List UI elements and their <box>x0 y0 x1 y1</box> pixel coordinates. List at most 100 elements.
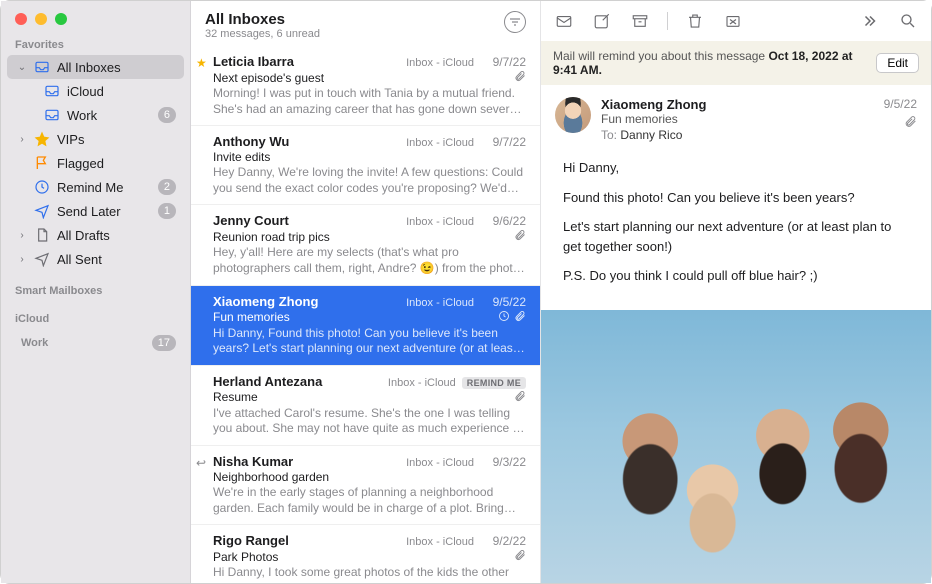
message-reader: Mail will remind you about this message … <box>541 1 931 583</box>
message-mailbox: Inbox - iCloud <box>406 137 474 149</box>
message-row[interactable]: Xiaomeng ZhongInbox - iCloud9/5/22Fun me… <box>191 286 540 366</box>
message-subject: Next episode's guest <box>213 71 508 85</box>
sidebar-item-label: Remind Me <box>57 180 152 195</box>
message-row[interactable]: Anthony Wu Inbox - iCloud 9/7/22Invite edi… <box>191 126 540 205</box>
message-subject: Fun memories <box>213 310 492 324</box>
message-sender: Leticia Ibarra <box>213 54 400 69</box>
chevron-down-icon[interactable]: ⌄ <box>17 62 27 73</box>
message-sender: Rigo Rangel <box>213 533 400 548</box>
message-mailbox: Inbox - iCloud <box>406 216 474 228</box>
clock-icon <box>498 310 510 325</box>
sidebar-item-icloud[interactable]: iCloud <box>7 79 184 103</box>
avatar[interactable] <box>555 97 591 133</box>
star-icon <box>33 130 51 148</box>
chevron-right-icon[interactable]: › <box>17 230 27 241</box>
message-date: 9/5/22 <box>480 295 526 309</box>
sidebar-item-label: All Inboxes <box>57 60 176 75</box>
message-row[interactable]: Herland AntezanaInbox - iCloudREMIND MER… <box>191 366 540 446</box>
body-paragraph: Found this photo! Can you believe it's b… <box>563 188 909 208</box>
sidebar-item-label: Flagged <box>57 156 176 171</box>
message-mailbox: Inbox - iCloud <box>406 457 474 469</box>
star-icon: ★ <box>196 56 207 70</box>
message-date: 9/5/22 <box>884 97 917 111</box>
message-row[interactable]: Rigo RangelInbox - iCloud9/2/22Park Phot… <box>191 525 540 583</box>
archive-icon[interactable] <box>629 10 651 32</box>
compose-icon[interactable] <box>591 10 613 32</box>
sidebar-item-label: Send Later <box>57 204 152 219</box>
edit-reminder-button[interactable]: Edit <box>876 53 919 73</box>
message-subject: Resume <box>213 390 508 404</box>
attachment-icon <box>514 70 526 85</box>
message-row[interactable]: ★Leticia IbarraInbox - iCloud9/7/22Next … <box>191 46 540 126</box>
message-sender: Nisha Kumar <box>213 454 400 469</box>
sidebar-section-work[interactable]: Work 17 <box>7 331 184 355</box>
reply-icon: ↩ <box>196 456 206 470</box>
sidebar-item-label: Work <box>67 108 152 123</box>
fullscreen-window-button[interactable] <box>55 13 67 25</box>
message-row[interactable]: Jenny CourtInbox - iCloud9/6/22Reunion r… <box>191 205 540 285</box>
message-list-column: All Inboxes 32 messages, 6 unread ★Letic… <box>191 1 541 583</box>
attachment-icon <box>514 549 526 564</box>
message-date: 9/7/22 <box>480 55 526 69</box>
filter-button[interactable] <box>504 11 526 33</box>
message-preview: Hey, y'all! Here are my selects (that's … <box>213 245 526 276</box>
sidebar-item-all-inboxes[interactable]: ⌄ All Inboxes <box>7 55 184 79</box>
chevron-right-icon[interactable]: › <box>17 254 27 265</box>
trash-icon[interactable] <box>684 10 706 32</box>
message-sender: Herland Antezana <box>213 374 382 389</box>
sidebar-item-vips[interactable]: › VIPs <box>7 127 184 151</box>
message-preview: We're in the early stages of planning a … <box>213 485 526 516</box>
sidebar-item-all-sent[interactable]: › All Sent <box>7 247 184 271</box>
sidebar-item-flagged[interactable]: Flagged <box>7 151 184 175</box>
toolbar-separator <box>667 12 668 30</box>
body-paragraph: Hi Danny, <box>563 158 909 178</box>
window-controls <box>1 1 190 33</box>
sidebar-item-send-later[interactable]: Send Later 1 <box>7 199 184 223</box>
count-badge: 17 <box>152 335 176 351</box>
message-date: 9/7/22 <box>480 135 526 149</box>
junk-icon[interactable] <box>722 10 744 32</box>
document-icon <box>33 226 51 244</box>
message-to: To: Danny Rico <box>601 128 874 142</box>
message-list[interactable]: ★ Leticia Ibarra Inbox - iCloud 9/7/22 Next … <box>191 46 540 583</box>
sent-icon <box>33 250 51 268</box>
sidebar: Favorites ⌄ All Inboxes iCloud Work 6 › … <box>1 1 191 583</box>
body-paragraph: Let's start planning our next adventure … <box>563 217 909 256</box>
more-icon[interactable] <box>859 10 881 32</box>
message-preview: Morning! I was put in touch with Tania b… <box>213 86 526 117</box>
count-badge: 1 <box>158 203 176 219</box>
attachment-icon <box>514 310 526 325</box>
message-date: 9/2/22 <box>480 534 526 548</box>
search-icon[interactable] <box>897 10 919 32</box>
chevron-right-icon[interactable]: › <box>17 134 27 145</box>
remind-banner: Mail will remind you about this message … <box>541 41 931 85</box>
message-header: Xiaomeng Zhong Fun memories To: Danny Ri… <box>541 85 931 152</box>
sidebar-item-all-drafts[interactable]: › All Drafts <box>7 223 184 247</box>
message-preview: Hey Danny, We're loving the invite! A fe… <box>213 165 526 196</box>
recipient-name[interactable]: Danny Rico <box>620 128 682 142</box>
sidebar-item-label: VIPs <box>57 132 176 147</box>
minimize-window-button[interactable] <box>35 13 47 25</box>
message-date: 9/6/22 <box>480 214 526 228</box>
message-from[interactable]: Xiaomeng Zhong <box>601 97 874 112</box>
envelope-icon[interactable] <box>553 10 575 32</box>
message-mailbox: Inbox - iCloud <box>406 297 474 309</box>
sidebar-item-work[interactable]: Work 6 <box>7 103 184 127</box>
message-subject: Invite edits <box>213 150 520 164</box>
mailbox-subtitle: 32 messages, 6 unread <box>205 28 504 40</box>
sidebar-item-label: iCloud <box>67 84 176 99</box>
sidebar-section-icloud[interactable]: iCloud <box>1 307 190 329</box>
send-later-icon <box>33 202 51 220</box>
inbox-icon <box>43 106 61 124</box>
message-preview: Hi Danny, I took some great photos of th… <box>213 565 526 583</box>
sidebar-item-remind-me[interactable]: Remind Me 2 <box>7 175 184 199</box>
clock-icon <box>33 178 51 196</box>
sidebar-section-favorites: Favorites <box>1 33 190 55</box>
message-sender: Anthony Wu <box>213 134 400 149</box>
attached-photo[interactable] <box>541 310 931 584</box>
remind-banner-text: Mail will remind you about this message … <box>553 49 876 77</box>
message-row[interactable]: ↩Nisha KumarInbox - iCloud9/3/22Neighbor… <box>191 446 540 525</box>
close-window-button[interactable] <box>15 13 27 25</box>
message-subject: Reunion road trip pics <box>213 230 508 244</box>
attachment-icon[interactable] <box>904 115 917 131</box>
